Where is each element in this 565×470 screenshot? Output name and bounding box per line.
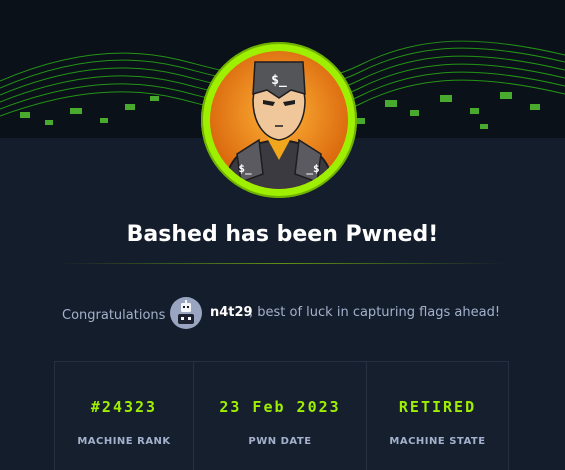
svg-text:$_: $_ (238, 162, 252, 175)
page-title: Bashed has been Pwned! (126, 222, 439, 247)
user-avatar[interactable] (170, 297, 202, 329)
bash-hero-icon: $_ $_ _$ (210, 51, 348, 189)
stat-label: MACHINE STATE (389, 436, 486, 447)
stat-label: MACHINE RANK (77, 436, 171, 447)
username-link[interactable]: n4t29 (210, 305, 253, 320)
stat-machine-state: RETIRED MACHINE STATE (367, 361, 509, 470)
svg-text:$_: $_ (271, 73, 287, 88)
stats-panel: #24323 MACHINE RANK 23 Feb 2023 PWN DATE… (54, 361, 509, 470)
stat-label: PWN DATE (248, 436, 312, 447)
machine-avatar: $_ $_ _$ (201, 42, 357, 198)
congrats-row: Congratulations n4t29 , best of luck in … (0, 297, 565, 331)
robot-icon (178, 300, 194, 324)
stat-value: #24323 (90, 398, 158, 416)
divider (60, 263, 505, 264)
congrats-message: , best of luck in capturing flags ahead! (249, 305, 501, 320)
svg-text:_$: _$ (306, 162, 319, 175)
stat-value: RETIRED (398, 398, 477, 416)
congrats-label: Congratulations (62, 308, 166, 323)
stat-value: 23 Feb 2023 (219, 398, 341, 416)
stat-machine-rank: #24323 MACHINE RANK (54, 361, 194, 470)
stat-pwn-date: 23 Feb 2023 PWN DATE (194, 361, 367, 470)
